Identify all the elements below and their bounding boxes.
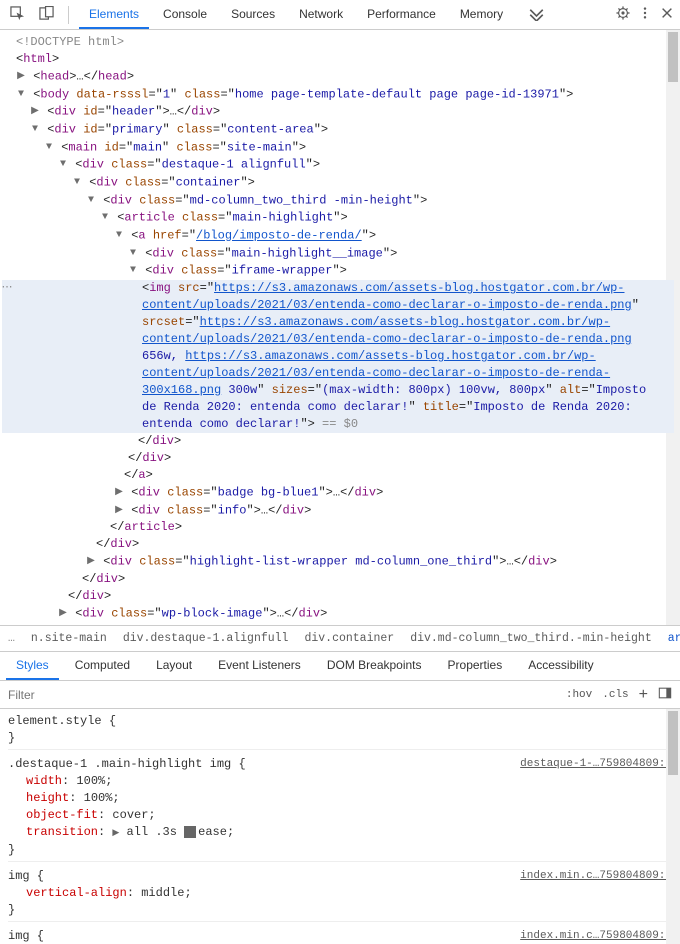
expand-arrow-icon[interactable] (44, 139, 54, 156)
styles-subtabs: Styles Computed Layout Event Listeners D… (0, 651, 680, 681)
settings-icon[interactable] (616, 6, 630, 23)
style-rule-1[interactable]: .destaque-1 .main-highlight img { destaq… (8, 749, 672, 859)
node-header-div[interactable]: <div id="header">…</div> (2, 103, 674, 121)
node-highlight-list[interactable]: <div class="highlight-list-wrapper md-co… (2, 553, 674, 571)
style-source-link[interactable]: index.min.c…759804809:1 (520, 868, 672, 885)
expand-arrow-icon[interactable] (30, 103, 40, 120)
styles-panel[interactable]: element.style { } .destaque-1 .main-high… (0, 709, 680, 944)
tab-console[interactable]: Console (153, 1, 217, 29)
expand-arrow-icon[interactable] (58, 605, 68, 622)
expand-arrow-icon[interactable] (72, 174, 82, 191)
expand-arrow-icon[interactable] (86, 192, 96, 209)
expand-arrow-icon[interactable] (86, 553, 96, 570)
expand-arrow-icon[interactable] (58, 156, 68, 173)
style-selector[interactable]: img { (8, 868, 44, 885)
node-head[interactable]: <head>…</head> (2, 68, 674, 86)
styles-filter-bar: :hov .cls + (0, 681, 680, 709)
tab-performance[interactable]: Performance (357, 1, 446, 29)
expand-arrow-icon[interactable] (128, 262, 138, 279)
close-icon[interactable] (660, 6, 674, 23)
node-close-div-2[interactable]: </div> (2, 450, 674, 467)
subtab-layout[interactable]: Layout (146, 652, 202, 680)
style-selector[interactable]: element.style { (8, 713, 672, 730)
inspect-element-icon[interactable] (6, 4, 29, 26)
breadcrumb-item[interactable]: div.container (304, 632, 394, 645)
style-rule-3[interactable]: img { index.min.c…759804809:1 border: ▶ … (8, 921, 672, 944)
node-close-div-3[interactable]: </div> (2, 536, 674, 553)
expand-arrow-icon[interactable] (100, 209, 110, 226)
expand-arrow-icon[interactable] (128, 245, 138, 262)
cls-toggle[interactable]: .cls (602, 689, 628, 701)
toolbar-right (616, 6, 674, 23)
node-close-div-1[interactable]: </div> (2, 433, 674, 450)
dom-tree[interactable]: <!DOCTYPE html> <html> <head>…</head> <b… (0, 30, 680, 625)
device-toggle-icon[interactable] (35, 4, 58, 26)
tab-memory[interactable]: Memory (450, 1, 513, 29)
subtab-accessibility[interactable]: Accessibility (518, 652, 603, 680)
expand-arrow-icon[interactable] (114, 227, 124, 244)
panel-tabs: Elements Console Sources Network Perform… (79, 1, 513, 29)
breadcrumb-ellipsis[interactable]: … (8, 632, 15, 645)
node-info[interactable]: <div class="info">…</div> (2, 502, 674, 520)
node-main-highlight-image[interactable]: <div class="main-highlight__image"> (2, 245, 674, 263)
new-style-rule-icon[interactable]: + (639, 686, 648, 704)
node-iframe-wrapper[interactable]: <div class="iframe-wrapper"> (2, 262, 674, 280)
tree-scrollbar-thumb[interactable] (668, 32, 678, 82)
toolbar-separator (68, 6, 69, 24)
kebab-menu-icon[interactable] (638, 6, 652, 23)
subtab-properties[interactable]: Properties (438, 652, 513, 680)
node-body[interactable]: <body data-rsssl="1" class="home page-te… (2, 86, 674, 104)
node-article[interactable]: <article class="main-highlight"> (2, 209, 674, 227)
node-html[interactable]: <html> (2, 51, 674, 68)
hov-toggle[interactable]: :hov (566, 689, 592, 701)
node-anchor[interactable]: <a href="/blog/imposto-de-renda/"> (2, 227, 674, 245)
styles-scrollbar-track (666, 709, 680, 944)
expand-arrow-icon[interactable] (114, 484, 124, 501)
node-spacer[interactable]: <div style="height:20px" aria-hidden="tr… (2, 623, 674, 625)
subtab-styles[interactable]: Styles (6, 652, 59, 680)
subtab-computed[interactable]: Computed (65, 652, 140, 680)
sidebar-toggle-icon[interactable] (658, 686, 672, 703)
node-primary[interactable]: <div id="primary" class="content-area"> (2, 121, 674, 139)
tab-sources[interactable]: Sources (221, 1, 285, 29)
toolbar-left: Elements Console Sources Network Perform… (6, 1, 548, 29)
node-img-selected[interactable]: ⋯ <img src="https://s3.amazonaws.com/ass… (2, 280, 674, 433)
subtab-event-listeners[interactable]: Event Listeners (208, 652, 311, 680)
styles-filter-input[interactable] (8, 688, 560, 702)
tabs-overflow-icon[interactable] (525, 2, 548, 28)
breadcrumb-item[interactable]: div.destaque-1.alignfull (123, 632, 289, 645)
style-rule-element[interactable]: element.style { } (8, 713, 672, 747)
swatch-icon[interactable] (184, 826, 196, 838)
node-doctype[interactable]: <!DOCTYPE html> (2, 34, 674, 51)
subtab-dom-breakpoints[interactable]: DOM Breakpoints (317, 652, 432, 680)
tab-network[interactable]: Network (289, 1, 353, 29)
dom-breadcrumb[interactable]: … n.site-main div.destaque-1.alignfull d… (0, 625, 680, 651)
node-main[interactable]: <main id="main" class="site-main"> (2, 139, 674, 157)
node-close-a[interactable]: </a> (2, 467, 674, 484)
expand-arrow-icon[interactable] (30, 121, 40, 138)
dom-tree-panel: <!DOCTYPE html> <html> <head>…</head> <b… (0, 30, 680, 625)
node-container[interactable]: <div class="container"> (2, 174, 674, 192)
devtools-toolbar: Elements Console Sources Network Perform… (0, 0, 680, 30)
selected-gutter-icon: ⋯ (0, 280, 14, 297)
style-source-link[interactable]: destaque-1-…759804809:1 (520, 756, 672, 773)
node-column[interactable]: <div class="md-column_two_third -min-hei… (2, 192, 674, 210)
node-destaque[interactable]: <div class="destaque-1 alignfull"> (2, 156, 674, 174)
node-close-article[interactable]: </article> (2, 519, 674, 536)
expand-arrow-icon[interactable] (114, 502, 124, 519)
style-selector[interactable]: .destaque-1 .main-highlight img { (8, 756, 246, 773)
breadcrumb-item-active[interactable]: article.main-highlight (668, 632, 680, 645)
breadcrumb-item[interactable]: n.site-main (31, 632, 107, 645)
node-close-div-4[interactable]: </div> (2, 571, 674, 588)
expand-arrow-icon[interactable] (16, 86, 26, 103)
style-rule-2[interactable]: img { index.min.c…759804809:1 vertical-a… (8, 861, 672, 919)
node-badge[interactable]: <div class="badge bg-blue1">…</div> (2, 484, 674, 502)
tab-elements[interactable]: Elements (79, 1, 149, 29)
styles-scrollbar-thumb[interactable] (668, 711, 678, 775)
breadcrumb-item[interactable]: div.md-column_two_third.-min-height (410, 632, 652, 645)
expand-arrow-icon[interactable] (16, 68, 26, 85)
node-wp-block-image[interactable]: <div class="wp-block-image">…</div> (2, 605, 674, 623)
node-close-div-5[interactable]: </div> (2, 588, 674, 605)
